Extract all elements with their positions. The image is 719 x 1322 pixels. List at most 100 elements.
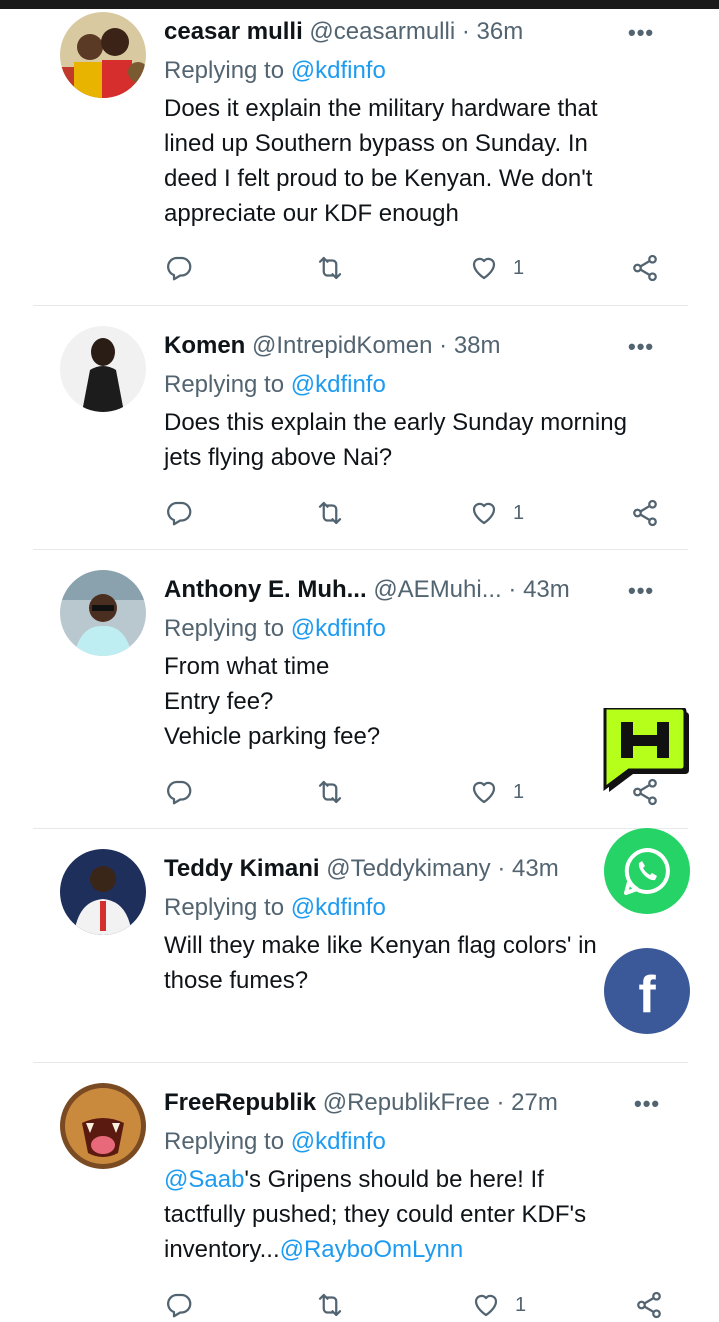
replying-to: Replying to @kdfinfo [164,370,386,400]
h-logo-badge[interactable] [603,706,691,794]
avatar[interactable] [60,12,146,98]
more-options-button[interactable]: ••• [634,1091,660,1117]
more-options-button[interactable]: ••• [628,20,654,46]
reply-button[interactable] [164,1288,194,1322]
share-button[interactable] [630,496,660,530]
heart-icon [472,781,496,804]
tweet-text-line: appreciate our KDF enough [164,200,459,227]
retweet-button[interactable] [315,1288,345,1322]
display-name[interactable]: ceasar mulli [164,18,303,45]
reply-icon [167,780,192,805]
display-name[interactable]: Teddy Kimani [164,855,320,882]
avatar-image [60,570,146,656]
replying-label: Replying to [164,57,291,84]
replying-label: Replying to [164,1128,291,1155]
tweet-text: From what time Entry fee? Vehicle parkin… [164,649,664,754]
tweet-text-line: deed I felt proud to be Kenyan. We don't [164,165,593,192]
tweet-header: Anthony E. Muh... @AEMuhi... · 43m [164,575,570,605]
more-options-button[interactable]: ••• [628,578,654,604]
separator: · [508,576,517,603]
retweet-button[interactable] [315,251,345,285]
tweet-header: ceasar mulli @ceasarmulli · 36m [164,17,523,47]
tweet-header: FreeRepublik @RepublikFree · 27m [164,1088,558,1118]
replying-handle-link[interactable]: @kdfinfo [291,1128,386,1155]
like-button[interactable]: 1 [469,496,524,530]
user-handle[interactable]: @IntrepidKomen [252,332,432,359]
retweet-button[interactable] [315,496,345,530]
reply-icon [167,501,192,526]
retweet-icon [318,1293,342,1317]
avatar[interactable] [60,570,146,656]
tweet-text-line: Entry fee? [164,688,274,715]
replying-handle-link[interactable]: @kdfinfo [291,615,386,642]
facebook-share-button[interactable]: f [604,948,690,1034]
divider [33,828,688,829]
tweet-text-line: Will they make like Kenyan flag colors' … [164,932,597,959]
avatar-image [60,849,146,935]
mention-link[interactable]: @Saab [164,1166,244,1193]
tweet-text-line: inventory...@RayboOmLynn [164,1232,664,1267]
tweet-text-line: jets flying above Nai? [164,444,393,471]
replying-to: Replying to @kdfinfo [164,614,386,644]
tweet-text-line: those fumes? [164,967,309,994]
tweet-text-line: Does this explain the early Sunday morni… [164,409,627,436]
tweet-text: @Saab's Gripens should be here! If tactf… [164,1162,664,1267]
replying-handle-link[interactable]: @kdfinfo [291,57,386,84]
separator: · [496,1089,505,1116]
more-options-button[interactable]: ••• [628,334,654,360]
separator: · [439,332,448,359]
retweet-icon [318,501,342,525]
user-handle[interactable]: @AEMuhi... [373,576,501,603]
replying-handle-link[interactable]: @kdfinfo [291,894,386,921]
mention-link[interactable]: @RayboOmLynn [280,1236,464,1263]
avatar-image [60,1083,146,1169]
display-name[interactable]: FreeRepublik [164,1089,316,1116]
retweet-icon [318,780,342,804]
avatar[interactable] [60,849,146,935]
tweet-text: Does it explain the military hardware th… [164,91,664,231]
timestamp[interactable]: 38m [454,332,501,359]
timestamp[interactable]: 36m [477,18,524,45]
divider [33,549,688,550]
reply-button[interactable] [164,496,194,530]
replying-handle-link[interactable]: @kdfinfo [291,371,386,398]
avatar[interactable] [60,326,146,412]
avatar-image [60,326,146,412]
replying-to: Replying to @kdfinfo [164,1127,386,1157]
reply-icon [167,256,192,281]
top-status-bar [0,0,719,9]
facebook-icon: f [638,966,656,1024]
replying-to: Replying to @kdfinfo [164,56,386,86]
tweet-header: Komen @IntrepidKomen · 38m [164,331,501,361]
tweet-actions: 1 [164,496,684,530]
whatsapp-share-button[interactable] [604,828,690,914]
reply-button[interactable] [164,251,194,285]
replying-label: Replying to [164,615,291,642]
separator: · [461,18,470,45]
user-handle[interactable]: @RepublikFree [323,1089,490,1116]
reply-button[interactable] [164,775,194,809]
user-handle[interactable]: @ceasarmulli [309,18,455,45]
user-handle[interactable]: @Teddykimany [326,855,490,882]
avatar[interactable] [60,1083,146,1169]
share-icon [637,1291,661,1319]
like-button[interactable]: 1 [471,1288,526,1322]
retweet-button[interactable] [315,775,345,809]
tweet-actions: 1 [164,251,684,285]
like-button[interactable]: 1 [469,775,524,809]
like-button[interactable]: 1 [469,251,524,285]
timestamp[interactable]: 43m [512,855,559,882]
timestamp[interactable]: 43m [523,576,570,603]
tweet-text-line: lined up Southern bypass on Sunday. In [164,130,588,157]
h-logo-icon [603,706,689,792]
tweet-text-line: Vehicle parking fee? [164,723,381,750]
tweet-text-fragment: 's Gripens should be here! If [244,1166,544,1193]
share-button[interactable] [630,251,660,285]
timestamp[interactable]: 27m [511,1089,558,1116]
heart-icon [472,257,496,280]
share-button[interactable] [634,1288,664,1322]
display-name[interactable]: Anthony E. Muh... [164,576,367,603]
replying-to: Replying to @kdfinfo [164,893,386,923]
display-name[interactable]: Komen [164,332,245,359]
divider [33,305,688,306]
